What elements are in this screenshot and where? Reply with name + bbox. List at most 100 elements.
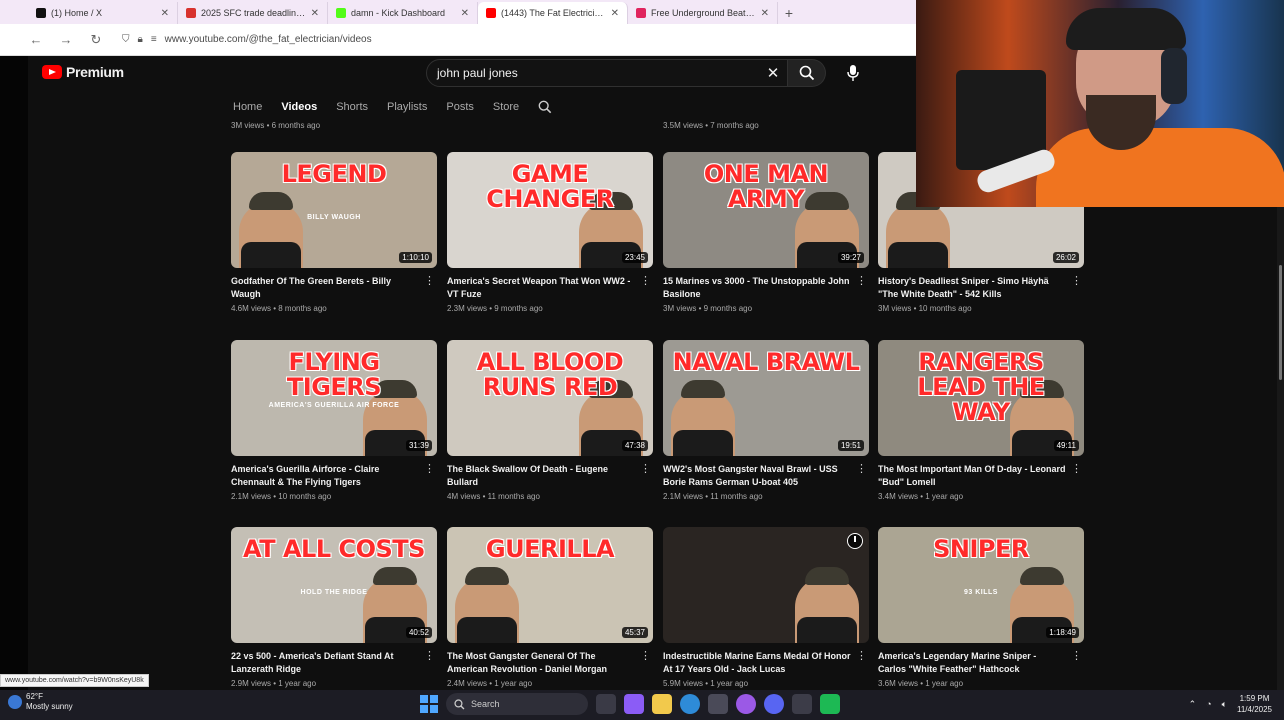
discord-icon[interactable] <box>764 694 784 714</box>
clock-time: 1:59 PM <box>1239 694 1270 703</box>
video-card[interactable]: RANGERS LEAD THE WAY 49:11 The Most Impo… <box>878 340 1084 501</box>
more-options-icon[interactable]: ⋮ <box>424 651 435 662</box>
speaker-icon[interactable]: 🔈︎ <box>1222 699 1227 710</box>
video-thumbnail[interactable]: FLYING TIGERS 31:39 AMERICA'S GUERILLA A… <box>231 340 437 456</box>
forward-arrow-icon[interactable]: → <box>58 32 74 47</box>
video-card[interactable]: NAVAL BRAWL 19:51 WW2's Most Gangster Na… <box>663 340 869 501</box>
network-icon[interactable]: ◔ <box>1206 699 1211 709</box>
browser-tab-active[interactable]: (1443) The Fat Electrician - YouT✕ <box>478 2 628 24</box>
video-card[interactable]: Indestructible Marine Earns Medal Of Hon… <box>663 527 869 688</box>
more-options-icon[interactable]: ⋮ <box>640 464 651 475</box>
video-card[interactable]: AT ALL COSTS 40:52 HOLD THE RIDGE 22 vs … <box>231 527 437 688</box>
video-title[interactable]: Indestructible Marine Earns Medal Of Hon… <box>663 650 851 676</box>
video-card[interactable]: ONE MAN ARMY 39:27 15 Marines vs 3000 - … <box>663 152 869 313</box>
reload-icon[interactable]: ↻ <box>88 32 104 48</box>
firefox-icon[interactable] <box>736 694 756 714</box>
video-title[interactable]: America's Secret Weapon That Won WW2 - V… <box>447 275 635 301</box>
video-thumbnail[interactable] <box>663 527 869 643</box>
weather-widget[interactable]: 62°F Mostly sunny <box>8 692 73 712</box>
new-tab-button[interactable]: + <box>778 2 800 24</box>
link-status-url: www.youtube.com/watch?v=b9W0nsKeyU8k <box>0 674 149 687</box>
video-title[interactable]: The Most Important Man Of D-day - Leonar… <box>878 463 1066 489</box>
video-title[interactable]: Godfather Of The Green Berets - Billy Wa… <box>231 275 419 301</box>
chevron-up-icon[interactable]: ⌃ <box>1189 699 1197 710</box>
file-explorer-icon[interactable] <box>652 694 672 714</box>
duration-badge: 49:11 <box>1053 440 1079 451</box>
more-options-icon[interactable]: ⋮ <box>856 651 867 662</box>
browser-tab[interactable]: Free Underground Beats - Upp✕ <box>628 2 778 24</box>
video-thumbnail[interactable]: GUERILLA 45:37 <box>447 527 653 643</box>
more-options-icon[interactable]: ⋮ <box>424 276 435 287</box>
video-thumbnail[interactable]: SNIPER 1:18:49 93 KILLS <box>878 527 1084 643</box>
video-thumbnail[interactable]: RANGERS LEAD THE WAY 49:11 <box>878 340 1084 456</box>
more-options-icon[interactable]: ⋮ <box>856 464 867 475</box>
app-icon[interactable] <box>820 694 840 714</box>
tab-posts[interactable]: Posts <box>446 101 474 113</box>
watch-later-icon[interactable] <box>847 533 863 549</box>
store-icon[interactable] <box>708 694 728 714</box>
close-tab-icon[interactable]: ✕ <box>311 8 319 19</box>
close-tab-icon[interactable]: ✕ <box>161 8 169 19</box>
more-options-icon[interactable]: ⋮ <box>856 276 867 287</box>
copilot-icon[interactable] <box>624 694 644 714</box>
tab-shorts[interactable]: Shorts <box>336 101 368 113</box>
close-tab-icon[interactable]: ✕ <box>611 8 619 19</box>
video-thumbnail[interactable]: AT ALL COSTS 40:52 HOLD THE RIDGE <box>231 527 437 643</box>
windows-start-icon[interactable] <box>420 695 438 713</box>
tab-playlists[interactable]: Playlists <box>387 101 427 113</box>
video-thumbnail[interactable]: ALL BLOOD RUNS RED 47:38 <box>447 340 653 456</box>
video-card[interactable]: SNIPER 1:18:49 93 KILLS America's Legend… <box>878 527 1084 688</box>
search-input[interactable]: john paul jones ✕ <box>426 59 788 87</box>
video-meta: 2.1M views • 10 months ago <box>231 492 332 501</box>
thumbnail-title: FLYING TIGERS <box>286 348 382 401</box>
edge-browser-icon[interactable] <box>680 694 700 714</box>
video-title[interactable]: 22 vs 500 - America's Defiant Stand At L… <box>231 650 419 676</box>
video-card[interactable]: GAME CHANGER 23:45 America's Secret Weap… <box>447 152 653 313</box>
more-options-icon[interactable]: ⋮ <box>1071 276 1082 287</box>
scrollbar-thumb[interactable] <box>1279 265 1282 380</box>
video-card[interactable]: FLYING TIGERS 31:39 AMERICA'S GUERILLA A… <box>231 340 437 501</box>
voice-search-button[interactable] <box>843 63 863 83</box>
clear-search-icon[interactable]: ✕ <box>759 64 787 82</box>
video-title[interactable]: America's Legendary Marine Sniper - Carl… <box>878 650 1066 676</box>
clock[interactable]: 1:59 PM 11/4/2025 <box>1237 693 1272 715</box>
tab-store[interactable]: Store <box>493 101 519 113</box>
duration-badge: 1:18:49 <box>1046 627 1079 638</box>
browser-tab[interactable]: (1) Home / X ✕ <box>28 2 178 24</box>
video-meta: 3.4M views • 1 year ago <box>878 492 964 501</box>
video-card[interactable]: ALL BLOOD RUNS RED 47:38 The Black Swall… <box>447 340 653 501</box>
back-arrow-icon[interactable]: ← <box>28 32 44 47</box>
video-card[interactable]: GUERILLA 45:37 The Most Gangster General… <box>447 527 653 688</box>
video-title[interactable]: The Most Gangster General Of The America… <box>447 650 635 676</box>
video-thumbnail[interactable]: LEGEND 1:10:10 BILLY WAUGH <box>231 152 437 268</box>
close-tab-icon[interactable]: ✕ <box>761 8 769 19</box>
youtube-logo[interactable]: Premium <box>42 64 124 80</box>
tab-videos[interactable]: Videos <box>281 101 317 113</box>
close-tab-icon[interactable]: ✕ <box>461 8 469 19</box>
browser-tab[interactable]: damn - Kick Dashboard ✕ <box>328 2 478 24</box>
channel-search-icon[interactable] <box>538 100 552 114</box>
video-thumbnail[interactable]: ONE MAN ARMY 39:27 <box>663 152 869 268</box>
video-title[interactable]: America's Guerilla Airforce - Claire Che… <box>231 463 419 489</box>
more-options-icon[interactable]: ⋮ <box>1071 464 1082 475</box>
more-options-icon[interactable]: ⋮ <box>1071 651 1082 662</box>
youtube-play-icon <box>42 65 62 79</box>
app-icon[interactable] <box>792 694 812 714</box>
tab-home[interactable]: Home <box>233 101 262 113</box>
video-title[interactable]: 15 Marines vs 3000 - The Unstoppable Joh… <box>663 275 851 301</box>
address-bar[interactable]: ⛉ 🔒︎ ≡ www.youtube.com/@the_fat_electric… <box>118 29 908 51</box>
search-button[interactable] <box>788 59 826 87</box>
task-view-icon[interactable] <box>596 694 616 714</box>
video-thumbnail[interactable]: NAVAL BRAWL 19:51 <box>663 340 869 456</box>
more-options-icon[interactable]: ⋮ <box>640 276 651 287</box>
browser-tab[interactable]: 2025 SFC trade deadline live up✕ <box>178 2 328 24</box>
video-card[interactable]: LEGEND 1:10:10 BILLY WAUGH Godfather Of … <box>231 152 437 313</box>
video-title[interactable]: WW2's Most Gangster Naval Brawl - USS Bo… <box>663 463 851 489</box>
tab-favicon-icon <box>336 8 346 18</box>
more-options-icon[interactable]: ⋮ <box>640 651 651 662</box>
more-options-icon[interactable]: ⋮ <box>424 464 435 475</box>
video-title[interactable]: History's Deadliest Sniper - Simo Häyhä … <box>878 275 1066 301</box>
video-thumbnail[interactable]: GAME CHANGER 23:45 <box>447 152 653 268</box>
video-title[interactable]: The Black Swallow Of Death - Eugene Bull… <box>447 463 635 489</box>
taskbar-search[interactable]: Search <box>446 693 588 715</box>
